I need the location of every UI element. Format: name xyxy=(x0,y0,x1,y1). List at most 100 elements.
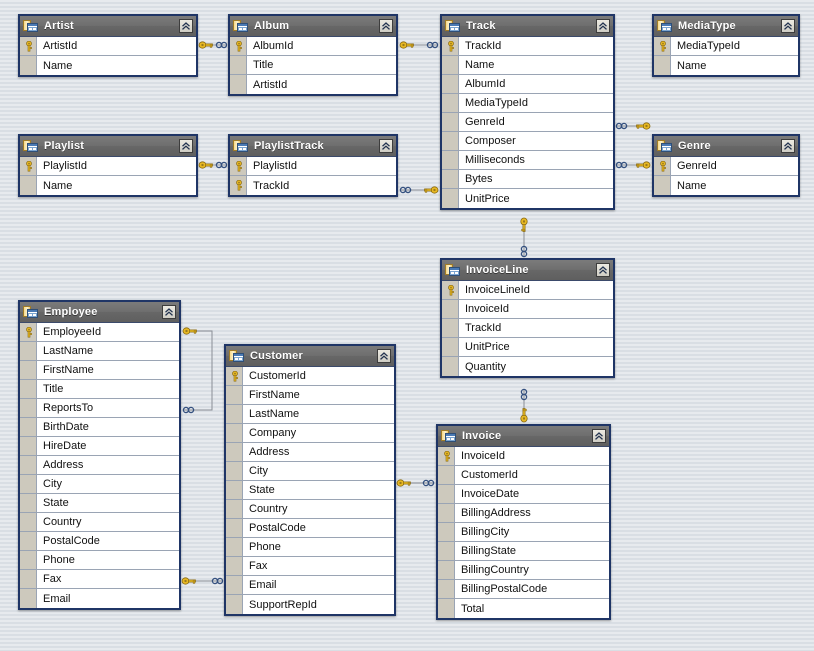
column-row[interactable]: LastName xyxy=(20,342,179,361)
entity-header[interactable]: Track xyxy=(442,16,613,37)
entity-table-artist[interactable]: Artist ArtistId Name xyxy=(18,14,198,77)
diagram-canvas[interactable]: Artist ArtistId Name Album AlbumId Title Artis… xyxy=(0,0,814,651)
entity-table-genre[interactable]: Genre GenreId Name xyxy=(652,134,800,197)
column-row[interactable]: MediaTypeId xyxy=(654,37,798,56)
entity-table-mediatype[interactable]: MediaType MediaTypeId Name xyxy=(652,14,800,77)
column-row[interactable]: ArtistId xyxy=(20,37,196,56)
entity-header[interactable]: MediaType xyxy=(654,16,798,37)
collapse-button[interactable] xyxy=(596,263,610,277)
column-row[interactable]: PlaylistId xyxy=(20,157,196,176)
collapse-button[interactable] xyxy=(596,19,610,33)
column-row[interactable]: Milliseconds xyxy=(442,151,613,170)
column-gutter xyxy=(20,380,37,398)
column-row[interactable]: ArtistId xyxy=(230,75,396,94)
column-row[interactable]: Phone xyxy=(226,538,394,557)
column-row[interactable]: Name xyxy=(20,56,196,75)
column-row[interactable]: UnitPrice xyxy=(442,189,613,208)
column-row[interactable]: Total xyxy=(438,599,609,618)
column-row[interactable]: City xyxy=(226,462,394,481)
column-row[interactable]: BillingCity xyxy=(438,523,609,542)
column-row[interactable]: CustomerId xyxy=(226,367,394,386)
collapse-button[interactable] xyxy=(377,349,391,363)
column-row[interactable]: FirstName xyxy=(226,386,394,405)
column-row[interactable]: HireDate xyxy=(20,437,179,456)
column-row[interactable]: EmployeeId xyxy=(20,323,179,342)
column-row[interactable]: AlbumId xyxy=(442,75,613,94)
column-row[interactable]: Company xyxy=(226,424,394,443)
collapse-button[interactable] xyxy=(592,429,606,443)
column-row[interactable]: BillingPostalCode xyxy=(438,580,609,599)
column-row[interactable]: City xyxy=(20,475,179,494)
column-row[interactable]: Title xyxy=(20,380,179,399)
entity-table-track[interactable]: Track TrackId Name AlbumId MediaTypeId GenreI… xyxy=(440,14,615,210)
column-row[interactable]: FirstName xyxy=(20,361,179,380)
column-row[interactable]: Country xyxy=(20,513,179,532)
entity-header[interactable]: Invoice xyxy=(438,426,609,447)
entity-header[interactable]: Genre xyxy=(654,136,798,157)
column-row[interactable]: LastName xyxy=(226,405,394,424)
collapse-button[interactable] xyxy=(379,139,393,153)
entity-table-invoiceline[interactable]: InvoiceLine InvoiceLineId InvoiceId TrackId… xyxy=(440,258,615,378)
entity-header[interactable]: InvoiceLine xyxy=(442,260,613,281)
column-row[interactable]: Phone xyxy=(20,551,179,570)
column-row[interactable]: Name xyxy=(20,176,196,195)
entity-header[interactable]: Employee xyxy=(20,302,179,323)
collapse-button[interactable] xyxy=(379,19,393,33)
column-row[interactable]: PlaylistId xyxy=(230,157,396,176)
entity-table-invoice[interactable]: Invoice InvoiceId CustomerId InvoiceDate Bil… xyxy=(436,424,611,620)
column-row[interactable]: InvoiceDate xyxy=(438,485,609,504)
column-row[interactable]: GenreId xyxy=(442,113,613,132)
column-row[interactable]: Email xyxy=(226,576,394,595)
column-row[interactable]: Email xyxy=(20,589,179,608)
collapse-button[interactable] xyxy=(781,19,795,33)
column-row[interactable]: Name xyxy=(654,56,798,75)
column-row[interactable]: Title xyxy=(230,56,396,75)
column-row[interactable]: BillingState xyxy=(438,542,609,561)
column-row[interactable]: GenreId xyxy=(654,157,798,176)
collapse-button[interactable] xyxy=(162,305,176,319)
entity-table-album[interactable]: Album AlbumId Title ArtistId xyxy=(228,14,398,96)
column-row[interactable]: Composer xyxy=(442,132,613,151)
collapse-button[interactable] xyxy=(179,139,193,153)
entity-header[interactable]: Playlist xyxy=(20,136,196,157)
column-row[interactable]: TrackId xyxy=(230,176,396,195)
collapse-button[interactable] xyxy=(179,19,193,33)
column-row[interactable]: PostalCode xyxy=(20,532,179,551)
column-row[interactable]: TrackId xyxy=(442,37,613,56)
column-row[interactable]: PostalCode xyxy=(226,519,394,538)
collapse-button[interactable] xyxy=(781,139,795,153)
column-row[interactable]: Fax xyxy=(20,570,179,589)
column-row[interactable]: Address xyxy=(20,456,179,475)
entity-header[interactable]: Customer xyxy=(226,346,394,367)
entity-table-playlist[interactable]: Playlist PlaylistId Name xyxy=(18,134,198,197)
entity-table-playlisttrack[interactable]: PlaylistTrack PlaylistId TrackId xyxy=(228,134,398,197)
column-row[interactable]: InvoiceId xyxy=(438,447,609,466)
column-row[interactable]: BillingAddress xyxy=(438,504,609,523)
column-row[interactable]: Address xyxy=(226,443,394,462)
column-row[interactable]: BirthDate xyxy=(20,418,179,437)
entity-table-employee[interactable]: Employee EmployeeId LastName FirstName Title… xyxy=(18,300,181,610)
column-row[interactable]: Bytes xyxy=(442,170,613,189)
entity-header[interactable]: PlaylistTrack xyxy=(230,136,396,157)
entity-header[interactable]: Album xyxy=(230,16,396,37)
column-row[interactable]: Name xyxy=(654,176,798,195)
column-row[interactable]: InvoiceId xyxy=(442,300,613,319)
column-row[interactable]: TrackId xyxy=(442,319,613,338)
entity-header[interactable]: Artist xyxy=(20,16,196,37)
column-row[interactable]: UnitPrice xyxy=(442,338,613,357)
column-row[interactable]: State xyxy=(20,494,179,513)
column-row[interactable]: InvoiceLineId xyxy=(442,281,613,300)
column-row[interactable]: SupportRepId xyxy=(226,595,394,614)
column-row[interactable]: BillingCountry xyxy=(438,561,609,580)
column-row[interactable]: CustomerId xyxy=(438,466,609,485)
entity-table-customer[interactable]: Customer CustomerId FirstName LastName Compa… xyxy=(224,344,396,616)
column-row[interactable]: State xyxy=(226,481,394,500)
column-row[interactable]: Country xyxy=(226,500,394,519)
column-row[interactable]: AlbumId xyxy=(230,37,396,56)
key-icon xyxy=(236,180,242,191)
column-row[interactable]: Fax xyxy=(226,557,394,576)
column-row[interactable]: ReportsTo xyxy=(20,399,179,418)
column-row[interactable]: MediaTypeId xyxy=(442,94,613,113)
column-row[interactable]: Name xyxy=(442,56,613,75)
column-row[interactable]: Quantity xyxy=(442,357,613,376)
